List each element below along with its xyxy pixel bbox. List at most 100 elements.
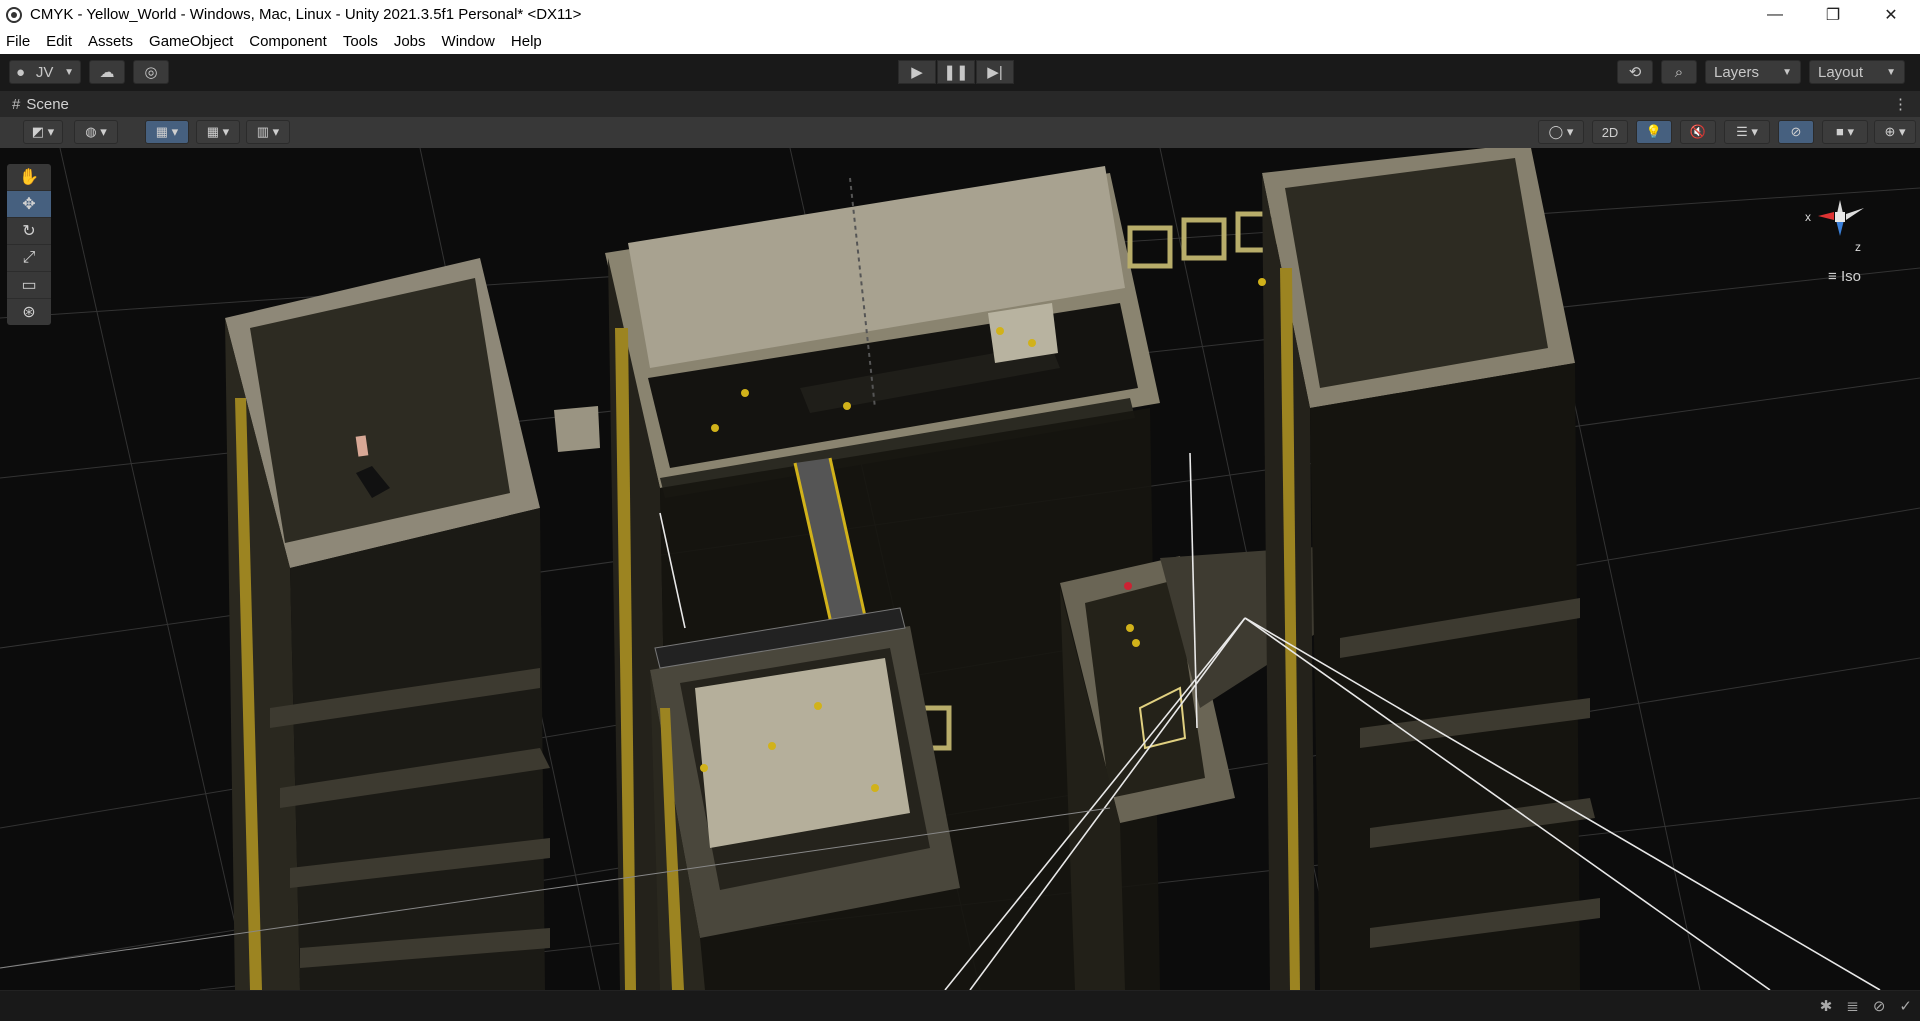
orientation-gizmo[interactable]: x z: [1800, 178, 1880, 268]
account-label: JV: [35, 63, 54, 81]
move-tool[interactable]: ✥: [7, 191, 51, 218]
transform-tool[interactable]: ⊛: [7, 299, 51, 325]
hand-tool[interactable]: ✋: [7, 164, 51, 191]
rotate-tool[interactable]: ↻: [7, 218, 51, 245]
sphere-icon: ◯ ▾: [1548, 124, 1574, 139]
lighting-toggle[interactable]: 💡: [1636, 120, 1672, 144]
transform-icon: ⊛: [22, 304, 36, 321]
building-right: [1258, 148, 1600, 990]
gizmo-icon: ⊕ ▾: [1884, 124, 1906, 139]
menu-help[interactable]: Help: [503, 33, 550, 50]
menu-tools[interactable]: Tools: [335, 33, 386, 50]
search-icon: ⌕: [1674, 63, 1684, 81]
main-toolbar: ● JV ▼ ☁ ◎ ▶ ❚❚ ▶| ⟲ ⌕ Layers ▼ Layout ▼: [0, 54, 1920, 91]
scene-render: [0, 148, 1920, 990]
tab-scene[interactable]: Scene: [26, 96, 69, 113]
audio-toggle[interactable]: 🔇: [1680, 120, 1716, 144]
chevron-down-icon: ▼: [1886, 66, 1896, 78]
chevron-down-icon: ▼: [1782, 66, 1792, 78]
hand-icon: ✋: [19, 169, 39, 186]
effects-dropdown[interactable]: ☰ ▾: [1724, 120, 1770, 144]
step-button[interactable]: ▶|: [976, 60, 1014, 84]
globe-icon: ◍ ▾: [85, 124, 107, 139]
gizmos-dropdown[interactable]: ⊕ ▾: [1874, 120, 1916, 144]
menu-file[interactable]: File: [0, 33, 38, 50]
rect-icon: ▭: [21, 277, 37, 294]
grid-snap-icon: ▦ ▾: [155, 124, 179, 139]
history-button[interactable]: ⟲: [1617, 60, 1653, 84]
eye-hidden-icon: ⊘: [1790, 124, 1802, 139]
axis-gizmo-icon: [1818, 200, 1864, 236]
building-left: [225, 258, 600, 990]
rotate-icon: ↻: [22, 223, 36, 240]
layers-dropdown[interactable]: Layers ▼: [1705, 60, 1801, 84]
unity-logo-icon: [6, 6, 22, 23]
scene-viewport[interactable]: ✋ ✥ ↻ ⤢ ▭ ⊛ x z ≡ Iso: [0, 148, 1920, 990]
render-mode-dropdown[interactable]: ◯ ▾: [1538, 120, 1584, 144]
camera-dropdown[interactable]: ■ ▾: [1822, 120, 1868, 144]
menu-window[interactable]: Window: [434, 33, 503, 50]
scene-tab-bar: # Scene ⋮: [0, 91, 1920, 118]
check-circle-icon[interactable]: ✓: [1899, 997, 1912, 1015]
projection-toggle[interactable]: ≡ Iso: [1828, 268, 1861, 285]
history-icon: ⟲: [1628, 64, 1642, 81]
window-title: CMYK - Yellow_World - Windows, Mac, Linu…: [30, 6, 582, 23]
menu-component[interactable]: Component: [241, 33, 335, 50]
scale-icon: ⤢: [22, 249, 36, 266]
rect-tool[interactable]: ▭: [7, 272, 51, 299]
play-button[interactable]: ▶: [898, 60, 936, 84]
menu-gameobject[interactable]: GameObject: [141, 33, 241, 50]
close-button[interactable]: ✕: [1862, 0, 1920, 29]
shading-icon: ◩ ▾: [31, 124, 55, 139]
menu-edit[interactable]: Edit: [38, 33, 80, 50]
minimize-button[interactable]: —: [1746, 0, 1804, 29]
grid-icon: ▦ ▾: [206, 124, 230, 139]
mute-icon: 🔇: [1689, 124, 1707, 139]
grid-snap-toggle[interactable]: ▦ ▾: [145, 120, 189, 144]
scale-tool[interactable]: ⤢: [7, 245, 51, 272]
layout-label: Layout: [1818, 63, 1864, 81]
grid-icon: #: [12, 95, 21, 113]
layout-dropdown[interactable]: Layout ▼: [1809, 60, 1905, 84]
menu-jobs[interactable]: Jobs: [386, 33, 434, 50]
collab-button[interactable]: ◎: [133, 60, 169, 84]
mode-2d-toggle[interactable]: 2D: [1592, 120, 1628, 144]
ruler-icon: ▥ ▾: [256, 124, 280, 139]
title-bar: CMYK - Yellow_World - Windows, Mac, Linu…: [0, 0, 1920, 29]
transform-tools: ✋ ✥ ↻ ⤢ ▭ ⊛: [7, 164, 51, 325]
step-icon: ▶|: [987, 64, 1003, 81]
account-dropdown[interactable]: ● JV ▼: [9, 60, 81, 84]
draw-mode-dropdown[interactable]: ◩ ▾: [23, 120, 63, 144]
global-toggle[interactable]: ◍ ▾: [74, 120, 118, 144]
grid-visibility-toggle[interactable]: ▦ ▾: [196, 120, 240, 144]
bug-icon[interactable]: ✱: [1820, 997, 1833, 1015]
no-auto-refresh-icon[interactable]: ⊘: [1873, 997, 1886, 1015]
menu-assets[interactable]: Assets: [80, 33, 141, 50]
menu-bar: File Edit Assets GameObject Component To…: [0, 29, 1920, 55]
increment-snap-toggle[interactable]: ▥ ▾: [246, 120, 290, 144]
collab-icon: ◎: [144, 64, 158, 81]
play-icon: ▶: [911, 64, 923, 81]
layers-stack-icon[interactable]: ≣: [1846, 997, 1859, 1015]
search-button[interactable]: ⌕: [1661, 60, 1697, 84]
move-icon: ✥: [22, 196, 36, 213]
cloud-icon: ☁: [99, 64, 115, 81]
projection-label: Iso: [1840, 268, 1861, 285]
pause-icon: ❚❚: [943, 64, 969, 81]
restore-button[interactable]: ❐: [1804, 0, 1862, 29]
gizmo-z-label: z: [1855, 240, 1861, 254]
hidden-objects-toggle[interactable]: ⊘: [1778, 120, 1814, 144]
lightbulb-icon: 💡: [1645, 124, 1663, 139]
user-icon: ●: [16, 63, 26, 81]
camera-icon: ■ ▾: [1836, 124, 1854, 139]
more-options-icon[interactable]: ⋮: [1893, 95, 1908, 113]
pause-button[interactable]: ❚❚: [937, 60, 975, 84]
effects-icon: ☰ ▾: [1736, 124, 1758, 139]
status-bar: ✱ ≣ ⊘ ✓: [0, 990, 1920, 1021]
cloud-button[interactable]: ☁: [89, 60, 125, 84]
scene-view-toolbar: ◩ ▾ ◍ ▾ ▦ ▾ ▦ ▾ ▥ ▾ ◯ ▾ 2D 💡 🔇 ☰ ▾ ⊘ ■ ▾…: [0, 117, 1920, 149]
menu-lines-icon: ≡: [1828, 268, 1837, 285]
chevron-down-icon: ▼: [64, 66, 74, 78]
layers-label: Layers: [1714, 63, 1760, 81]
gizmo-x-label: x: [1805, 210, 1811, 224]
